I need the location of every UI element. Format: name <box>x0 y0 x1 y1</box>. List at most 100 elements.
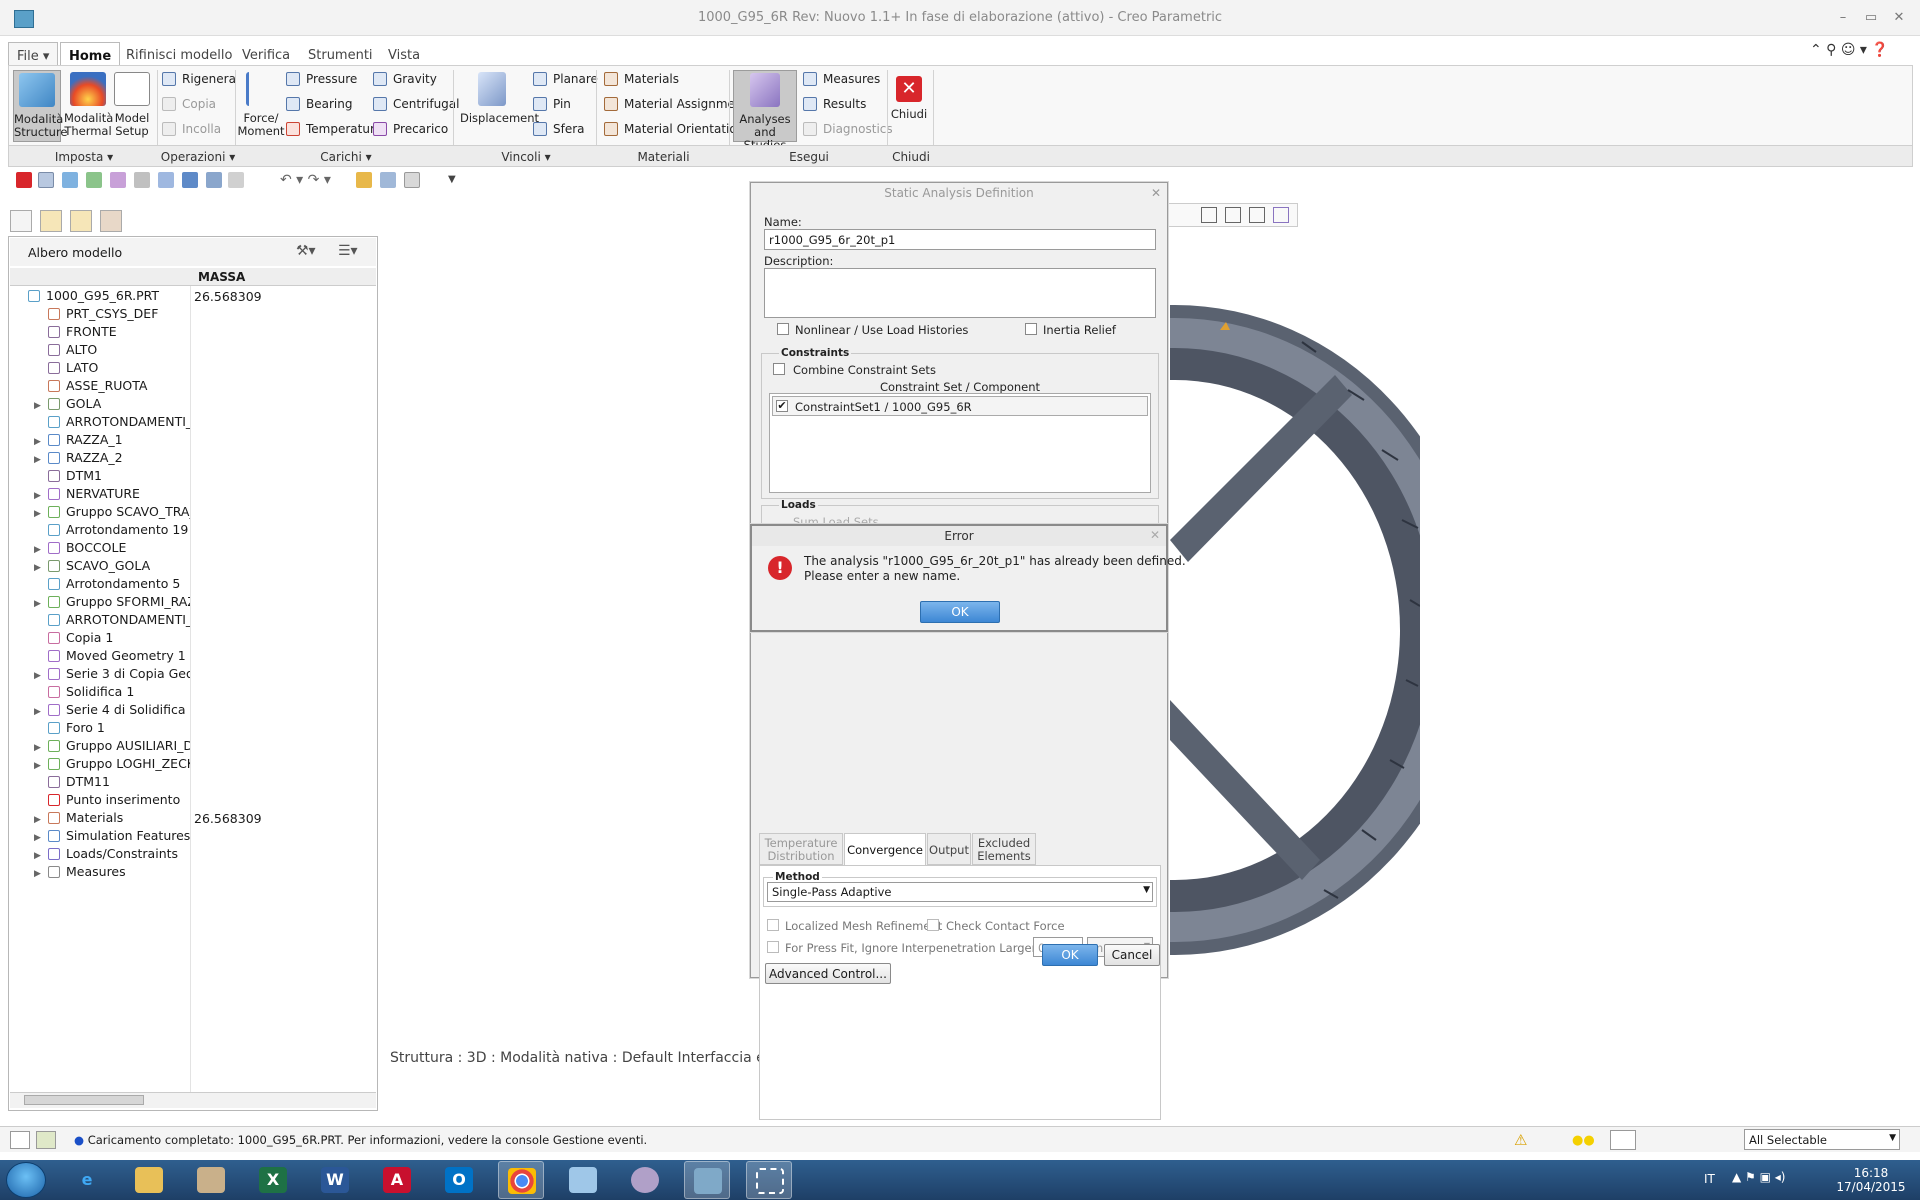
save-icon[interactable] <box>182 172 198 188</box>
results-button[interactable]: Results <box>803 97 866 115</box>
tree-item[interactable]: ASSE_RUOTA <box>34 378 190 396</box>
static-cancel-button[interactable]: Cancel <box>1104 944 1160 966</box>
expand-arrow-icon[interactable]: ▶ <box>34 869 46 879</box>
tree-item[interactable]: Solidifica 1 <box>34 684 190 702</box>
expand-arrow-icon[interactable]: ▶ <box>34 509 46 519</box>
materials-button[interactable]: Materials <box>604 72 679 90</box>
materials-small-icon[interactable] <box>86 172 102 188</box>
tree-item[interactable]: ▶ Materials <box>34 810 190 828</box>
tree-item[interactable]: ▶ Gruppo SFORMI_RAZZE <box>34 594 190 612</box>
axis-icon[interactable] <box>1249 207 1265 223</box>
tree-item[interactable]: ▶ Gruppo SCAVO_TRA_RAZZE <box>34 504 190 522</box>
tree-item[interactable]: ▶ Serie 4 di Solidifica 2 <box>34 702 190 720</box>
advanced-control-button[interactable]: Advanced Control... <box>765 963 891 984</box>
tree-item[interactable]: Arrotondamento 5 <box>34 576 190 594</box>
browser-toggle-icon[interactable] <box>36 1131 56 1149</box>
tab-strumenti[interactable]: Strumenti <box>300 42 381 66</box>
taskbar-program[interactable] <box>622 1161 668 1199</box>
tree-item[interactable]: ▶ Loads/Constraints <box>34 846 190 864</box>
copia-button[interactable]: Copia <box>162 97 216 115</box>
expand-arrow-icon[interactable]: ▶ <box>34 743 46 753</box>
folder-browser-icon[interactable] <box>40 210 62 232</box>
open-icon[interactable] <box>356 172 372 188</box>
model-tree-tab-icon[interactable] <box>10 210 32 232</box>
static-ok-button[interactable]: OK <box>1042 944 1098 966</box>
customize-toolbar-icon[interactable]: ▼ <box>448 174 456 185</box>
nonlinear-checkbox[interactable] <box>777 323 789 335</box>
description-input[interactable] <box>764 268 1156 318</box>
tree-item[interactable]: ▶ Serie 3 di Copia Geometria <box>34 666 190 684</box>
tree-toggle-icon[interactable] <box>10 1131 30 1149</box>
check-contact-checkbox[interactable] <box>927 919 939 931</box>
expand-arrow-icon[interactable]: ▶ <box>34 851 46 861</box>
expand-arrow-icon[interactable]: ▶ <box>34 599 46 609</box>
constraint-row[interactable]: ✔ ConstraintSet1 / 1000_G95_6R <box>772 396 1148 416</box>
analyses-studies-button[interactable]: Analyses and Studies <box>733 70 797 152</box>
group-carichi[interactable]: Carichi ▾ <box>237 150 455 164</box>
tree-item[interactable]: ▶ BOCCOLE <box>34 540 190 558</box>
combine-constraint-checkbox[interactable] <box>773 363 785 375</box>
expand-arrow-icon[interactable]: ▶ <box>34 491 46 501</box>
material-assignment-button[interactable]: Material Assignment <box>604 97 747 115</box>
language-indicator[interactable]: IT <box>1704 1172 1715 1186</box>
expand-arrow-icon[interactable]: ▶ <box>34 563 46 573</box>
expand-arrow-icon[interactable]: ▶ <box>34 761 46 771</box>
tree-item[interactable]: ▶ SCAVO_GOLA <box>34 558 190 576</box>
find-icon[interactable] <box>1610 1130 1636 1150</box>
tree-item[interactable]: Punto inserimento <box>34 792 190 810</box>
minimize-icon[interactable]: – <box>1832 10 1854 26</box>
filter-dropdown-icon[interactable]: ▼ <box>1889 1133 1896 1143</box>
group-vincoli[interactable]: Vincoli ▾ <box>455 150 597 164</box>
tab-file[interactable]: File ▾ <box>8 42 59 66</box>
tree-columns-icon[interactable]: ☰▾ <box>338 243 358 259</box>
rigenera-button[interactable]: Rigenera <box>162 72 236 90</box>
taskbar-excel[interactable]: X <box>250 1161 296 1199</box>
maximize-icon[interactable]: ▭ <box>1860 10 1882 26</box>
expand-arrow-icon[interactable]: ▶ <box>34 401 46 411</box>
expand-arrow-icon[interactable]: ▶ <box>34 671 46 681</box>
save-copy-icon[interactable] <box>206 172 222 188</box>
planare-button[interactable]: Planare <box>533 72 598 90</box>
close-window-small-icon[interactable] <box>16 172 32 188</box>
expand-arrow-icon[interactable]: ▶ <box>34 437 46 447</box>
taskbar-paint[interactable] <box>188 1161 234 1199</box>
tree-item[interactable]: ARROTONDAMENTI_GOLA <box>34 414 190 432</box>
favorites-icon[interactable] <box>70 210 92 232</box>
group-imposta[interactable]: Imposta ▾ <box>9 150 159 164</box>
tree-item[interactable]: FRONTE <box>34 324 190 342</box>
expand-arrow-icon[interactable]: ▶ <box>34 815 46 825</box>
taskbar-creo[interactable] <box>684 1161 730 1199</box>
taskbar-acrobat[interactable]: A <box>374 1161 420 1199</box>
tree-horizontal-scrollbar[interactable] <box>10 1092 376 1108</box>
structure-small-icon[interactable] <box>38 172 54 188</box>
dropdown-arrow-icon[interactable]: ▼ <box>1143 885 1150 895</box>
pressure-button[interactable]: Pressure <box>286 72 357 90</box>
displacement-button[interactable]: Displacement <box>460 70 539 142</box>
inertia-relief-checkbox[interactable] <box>1025 323 1037 335</box>
tree-settings-icon[interactable]: ⚒▾ <box>296 243 316 259</box>
selection-filter-select[interactable]: All Selectable ▼ <box>1744 1129 1900 1150</box>
taskbar-chrome[interactable] <box>498 1161 544 1199</box>
model-setup-button[interactable]: Model Setup <box>108 70 156 142</box>
expand-arrow-icon[interactable]: ▶ <box>34 455 46 465</box>
windows-icon[interactable] <box>404 172 420 188</box>
group-operazioni[interactable]: Operazioni ▾ <box>159 150 237 164</box>
window-icon[interactable] <box>228 172 244 188</box>
tab-verifica[interactable]: Verifica <box>234 42 298 66</box>
constraint-row-checkbox[interactable]: ✔ <box>776 400 788 412</box>
modal-structure-button[interactable]: Modalità Structure <box>13 70 68 142</box>
mass-column-header[interactable]: MASSA <box>198 270 245 284</box>
taskbar-explorer[interactable] <box>126 1161 172 1199</box>
gravity-button[interactable]: Gravity <box>373 72 437 90</box>
expand-arrow-icon[interactable]: ▶ <box>34 707 46 717</box>
diagnostics-button[interactable]: Diagnostics <box>803 122 893 140</box>
error-dialog-close-icon[interactable]: ✕ <box>1150 528 1160 542</box>
tree-item[interactable]: ▶ RAZZA_1 <box>34 432 190 450</box>
tree-item[interactable]: ARROTONDAMENTI_RAZZE <box>34 612 190 630</box>
bearing-button[interactable]: Bearing <box>286 97 352 115</box>
clock[interactable]: 16:18 17/04/2015 <box>1826 1166 1916 1194</box>
annotation-icon[interactable] <box>1201 207 1217 223</box>
sfera-button[interactable]: Sfera <box>533 122 585 140</box>
tree-item[interactable]: ▶ Gruppo AUSILIARI_DISEGNO <box>34 738 190 756</box>
tree-item[interactable]: Foro 1 <box>34 720 190 738</box>
